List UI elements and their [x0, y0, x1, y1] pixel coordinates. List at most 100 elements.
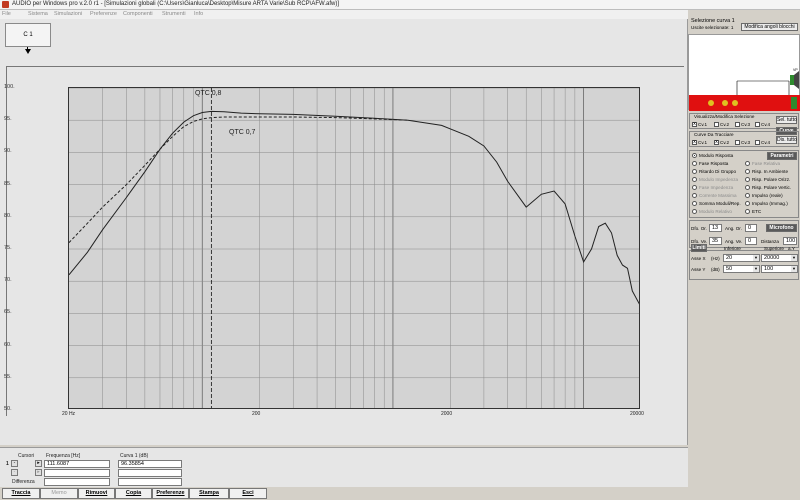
response-radio-right-5[interactable] — [745, 201, 750, 206]
lower-label: Inferiore — [724, 246, 741, 251]
menu-sistema[interactable]: Sistema — [28, 11, 48, 17]
curve-tab-c1[interactable]: C 1 — [5, 23, 51, 47]
axis-y-lower-value: 50 — [726, 266, 733, 272]
response-radio-left-2[interactable] — [692, 169, 697, 174]
trace-cv2-label: Cv.2 — [720, 140, 730, 145]
y-tick-label: 100. — [4, 84, 15, 90]
distance-field[interactable]: 100 — [783, 237, 797, 245]
trace-cv1-checkbox[interactable]: x — [692, 140, 697, 145]
response-radio-left-1[interactable] — [692, 161, 697, 166]
cursor2-next-button[interactable]: ▸ — [35, 469, 42, 476]
vis-cv2-label: Cv.2 — [720, 122, 730, 127]
menu-file[interactable]: File — [2, 11, 11, 17]
response-radio-left-6[interactable] — [692, 201, 697, 206]
menu-componenti[interactable]: Componenti — [123, 11, 153, 17]
trace-cv3-checkbox[interactable] — [735, 140, 740, 145]
app-window: AUDIO per Windows pro v.2.0 r1 - [Simula… — [0, 0, 800, 500]
frequency-response-plot[interactable] — [68, 87, 640, 409]
dropdown-arrow-icon: ▼ — [753, 255, 759, 261]
microphone-button[interactable]: Microfono — [766, 224, 797, 232]
menu-simulazioni[interactable]: Simulazioni — [54, 11, 82, 17]
response-radio-left-4[interactable] — [692, 185, 697, 190]
esci-button[interactable]: Esci — [229, 488, 267, 499]
axis-y-label: Asse Y — [691, 267, 706, 272]
response-label-left: Modulo Relativo — [699, 209, 732, 214]
response-radio-right-3[interactable] — [745, 185, 750, 190]
limits-button[interactable]: Limiti — [691, 244, 707, 252]
x-tick-label: 20000 — [630, 411, 644, 417]
trace-cv3-label: Cv.3 — [741, 140, 751, 145]
preferenze-button[interactable]: Preferenze — [152, 488, 189, 499]
deselect-all-button[interactable]: Dis. tutto — [776, 136, 797, 144]
cursor1-next-button[interactable]: ▸ — [35, 460, 42, 467]
ang-ve-label: Ang. Ve. — [725, 239, 743, 244]
cursor1-minus-button[interactable]: - — [11, 460, 18, 467]
curve-value-label: Curva 1 (dB) — [120, 453, 149, 459]
y-tick-label: 75. — [4, 245, 12, 251]
copia-button[interactable]: Copia — [115, 488, 152, 499]
response-label-right: Impulso (Immag.) — [752, 201, 788, 206]
window-title: AUDIO per Windows pro v.2.0 r1 - [Simula… — [12, 1, 339, 7]
response-radio-left-5[interactable] — [692, 193, 697, 198]
menu-preferenze[interactable]: Preferenze — [90, 11, 117, 17]
menu-info[interactable]: Info — [194, 11, 203, 17]
response-radio-right-1[interactable] — [745, 169, 750, 174]
axis-x-upper-select[interactable]: 20000 ▼ — [761, 254, 798, 262]
trace-title: Curve Da Tracciare — [694, 132, 734, 137]
vis-cv1-checkbox[interactable]: x — [692, 122, 697, 127]
axis-y-upper-select[interactable]: 100 ▼ — [761, 265, 798, 273]
response-radio-left-3[interactable] — [692, 177, 697, 182]
select-all-button[interactable]: Sel. tutto — [776, 116, 797, 124]
cursor2-frequency-field[interactable] — [44, 469, 110, 477]
response-label-right: Fase Relativa — [752, 161, 781, 166]
dist-or-field[interactable]: 13 — [709, 224, 722, 232]
difference-frequency-field — [44, 478, 110, 486]
response-label-right: Risp. Polare Vertic. — [752, 185, 792, 190]
ang-ve-field[interactable]: 0 — [745, 237, 757, 245]
response-radio-left-0[interactable] — [692, 153, 697, 158]
axis-x-lower-select[interactable]: 20 ▼ — [723, 254, 760, 262]
x-tick-label: 200 — [252, 411, 261, 417]
response-label-left: Somma Moduli/Rep. — [699, 201, 741, 206]
plot-svg — [69, 88, 639, 408]
cursor2-minus-button[interactable]: - — [11, 469, 18, 476]
parameters-button[interactable]: Parametri — [767, 152, 797, 160]
axis-y-upper-value: 100 — [764, 266, 774, 272]
title-bar: AUDIO per Windows pro v.2.0 r1 - [Simula… — [0, 0, 800, 10]
vis-cv2-checkbox[interactable] — [714, 122, 719, 127]
difference-value-field — [118, 478, 182, 486]
y-tick-label: 80. — [4, 212, 12, 219]
vis-cv4-checkbox[interactable] — [755, 122, 760, 127]
dist-ve-field[interactable]: 35 — [709, 237, 722, 245]
traccia-button[interactable]: Traccia — [2, 488, 40, 499]
app-icon — [2, 1, 9, 8]
response-radio-right-0[interactable] — [745, 161, 750, 166]
cursor1-frequency-field[interactable]: 111.6087 — [44, 460, 110, 468]
trace-cv4-checkbox[interactable] — [755, 140, 760, 145]
response-radio-right-4[interactable] — [745, 193, 750, 198]
stampa-button[interactable]: Stampa — [189, 488, 229, 499]
schematic-canvas[interactable]: VP — [688, 34, 800, 111]
vis-cv1-label: Cv.1 — [698, 122, 708, 127]
vis-cv3-checkbox[interactable] — [735, 122, 740, 127]
response-radio-left-7[interactable] — [692, 209, 697, 214]
response-label-left: Fase Risposta — [699, 161, 729, 166]
response-radio-right-6[interactable] — [745, 209, 750, 214]
cursor2-value-field[interactable] — [118, 469, 182, 477]
rimuovi-button[interactable]: Rimuovi — [78, 488, 115, 499]
cursor1-value-field[interactable]: 96.35854 — [118, 460, 182, 468]
visualize-title: Visualizza/Modifica Selezione — [694, 114, 755, 119]
ang-or-field[interactable]: 0 — [745, 224, 757, 232]
trace-cv2-checkbox[interactable]: x — [714, 140, 719, 145]
axis-y-lower-select[interactable]: 50 ▼ — [723, 265, 760, 273]
memo-button[interactable]: Memo — [40, 488, 78, 499]
menu-strumenti[interactable]: Strumenti — [162, 11, 186, 17]
modify-blocks-button[interactable]: Modifica angoli blocchi — [741, 23, 798, 31]
response-radio-right-2[interactable] — [745, 177, 750, 182]
vis-cv4-label: Cv.4 — [761, 122, 771, 127]
ang-or-label: Ang. Or. — [725, 226, 742, 231]
y-tick-label: 90. — [4, 148, 12, 155]
vis-cv3-label: Cv.3 — [741, 122, 751, 127]
dropdown-arrow-icon: ▼ — [791, 266, 797, 272]
schematic-label: VP — [793, 68, 798, 72]
